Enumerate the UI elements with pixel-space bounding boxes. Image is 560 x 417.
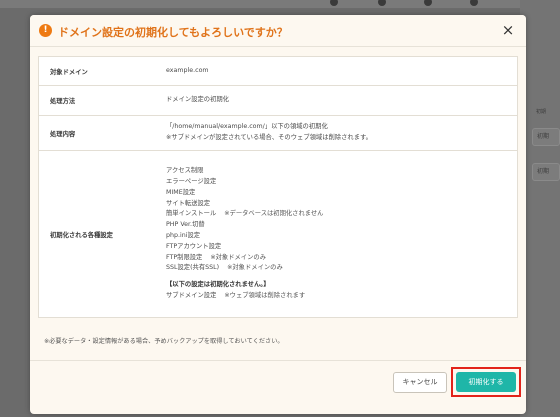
row-value: アクセス制限 エラーページ設定 MIME設定 サイト転送設定 簡単インストール ※… [157, 151, 517, 317]
close-button[interactable]: × [500, 22, 516, 38]
row-value: ドメイン設定の初期化 [157, 86, 517, 115]
info-table: 対象ドメイン example.com 処理方法 ドメイン設定の初期化 処理内容 … [38, 56, 518, 318]
background-icon [470, 0, 478, 6]
row-value: example.com [157, 57, 517, 85]
setting-note: ※対象ドメインのみ [227, 264, 283, 272]
background-icon [424, 0, 432, 6]
cancel-button[interactable]: キャンセル [393, 372, 447, 393]
process-note: ※サブドメインが設定されている場合、そのウェブ領域は削除されます。 [166, 134, 372, 141]
warning-icon: ! [39, 24, 52, 37]
background-icon [330, 0, 338, 6]
background-init-button: 初期 [532, 128, 560, 146]
confirm-dialog: ! ドメイン設定の初期化してもよろしいですか？ × 対象ドメイン example… [30, 15, 526, 414]
background-page [520, 0, 560, 417]
process-line: 「/home/manual/example.com/」以下の領域の初期化 [166, 123, 328, 131]
setting-item: アクセス制限 [166, 167, 204, 175]
table-row: 対象ドメイン example.com [39, 57, 517, 86]
dialog-header: ! ドメイン設定の初期化してもよろしいですか？ × [30, 15, 526, 47]
domain-value: example.com [166, 66, 209, 74]
dialog-body: 対象ドメイン example.com 処理方法 ドメイン設定の初期化 処理内容 … [38, 56, 518, 318]
table-row: 処理方法 ドメイン設定の初期化 [39, 86, 517, 116]
setting-item: SSL設定(共有SSL) ※対象ドメインのみ [166, 264, 283, 272]
background-init-button: 初期 [532, 163, 560, 181]
setting-item: PHP Ver.切替 [166, 221, 205, 229]
setting-item: FTPアカウント設定 [166, 242, 222, 250]
method-value: ドメイン設定の初期化 [166, 96, 229, 104]
setting-note: ※対象ドメインのみ [210, 253, 266, 261]
setting-item: サブドメイン設定 ※ウェブ領域は削除されます [166, 291, 306, 299]
setting-note: ※ウェブ領域は削除されます [224, 291, 306, 299]
setting-item: 簡単インストール ※データベースは初期化されません [166, 210, 324, 218]
backup-note: ※必要なデータ・設定情報がある場合、予めバックアップを取得しておいてください。 [44, 338, 284, 345]
setting-item: php.ini設定 [166, 232, 201, 239]
background-label: 初期 [536, 109, 547, 115]
background-header [0, 0, 560, 8]
dialog-title: ドメイン設定の初期化してもよろしいですか？ [58, 26, 288, 39]
setting-note: ※データベースは初期化されません [224, 210, 324, 218]
initialize-button[interactable]: 初期化する [456, 372, 516, 392]
background-icon [378, 0, 386, 6]
setting-item: エラーページ設定 [166, 178, 217, 186]
table-row: 処理内容 「/home/manual/example.com/」以下の領域の初期… [39, 116, 517, 151]
table-row: 初期化される各種設定 アクセス制限 エラーページ設定 MIME設定 サイト転送設… [39, 151, 517, 317]
setting-item: MIME設定 [166, 188, 196, 196]
row-value: 「/home/manual/example.com/」以下の領域の初期化 ※サブ… [157, 116, 517, 150]
not-reset-heading: 【以下の設定は初期化されません。】 [166, 281, 270, 289]
row-label: 処理方法 [50, 98, 76, 105]
footer-divider [30, 360, 526, 361]
row-label: 処理内容 [50, 130, 76, 138]
setting-item: サイト転送設定 [166, 199, 211, 207]
row-label: 初期化される各種設定 [50, 231, 113, 239]
setting-item: FTP制限設定 ※対象ドメインのみ [166, 253, 266, 261]
row-label: 対象ドメイン [50, 68, 88, 76]
